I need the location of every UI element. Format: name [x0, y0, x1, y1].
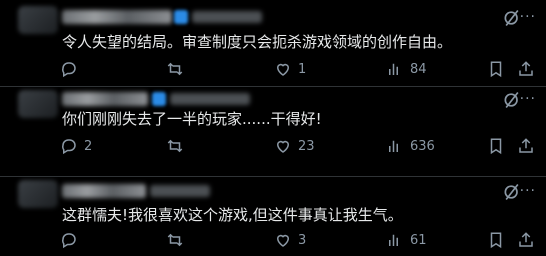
- like-count: 1: [298, 61, 307, 77]
- retweet-button[interactable]: [166, 60, 190, 78]
- reply-button[interactable]: 2: [60, 137, 92, 155]
- retweet-button[interactable]: [166, 137, 190, 155]
- post[interactable]: ··· 你们刚刚失去了一半的玩家......干得好! 2 23 636: [0, 86, 546, 168]
- more-icon[interactable]: ···: [520, 9, 536, 25]
- like-count: 23: [298, 138, 315, 154]
- author-name[interactable]: [62, 92, 148, 106]
- author-handle: [170, 93, 250, 105]
- reply-count: 2: [84, 138, 93, 154]
- more-icon[interactable]: ···: [520, 91, 536, 107]
- reply-icon: [62, 233, 76, 249]
- retweet-icon: [167, 62, 183, 76]
- views-count: 636: [410, 138, 435, 154]
- avatar[interactable]: [18, 6, 58, 34]
- post-gap: [0, 168, 546, 176]
- share-button[interactable]: [517, 137, 541, 155]
- reply-icon: [62, 139, 76, 155]
- share-icon: [519, 232, 533, 247]
- avatar[interactable]: [18, 180, 58, 208]
- heart-icon: [276, 63, 290, 76]
- like-button[interactable]: 23: [274, 137, 315, 155]
- bookmark-button[interactable]: [487, 231, 511, 249]
- views-icon: [389, 234, 398, 246]
- views-count: 61: [410, 232, 427, 248]
- bookmark-button[interactable]: [487, 60, 511, 78]
- post[interactable]: ··· 令人失望的结局。审查制度只会扼杀游戏领域的创作自由。 1 84: [0, 0, 546, 86]
- views-button[interactable]: 61: [386, 231, 427, 249]
- views-button[interactable]: 84: [386, 60, 427, 78]
- share-button[interactable]: [517, 231, 541, 249]
- retweet-button[interactable]: [166, 231, 190, 249]
- reply-button[interactable]: [60, 60, 84, 78]
- heart-icon: [276, 140, 290, 153]
- author-name[interactable]: [62, 184, 146, 198]
- post-text: 这群懦夫!我很喜欢这个游戏,但这件事真让我生气。: [62, 206, 403, 224]
- post-text: 你们刚刚失去了一半的玩家......干得好!: [62, 110, 322, 128]
- reply-button[interactable]: [60, 231, 84, 249]
- more-icon[interactable]: ···: [520, 183, 536, 199]
- share-button[interactable]: [517, 60, 541, 78]
- post[interactable]: ··· 这群懦夫!我很喜欢这个游戏,但这件事真让我生气。 3 61: [0, 176, 546, 256]
- bookmark-icon: [490, 232, 502, 249]
- bookmark-icon: [490, 138, 502, 155]
- verified-badge-icon: [152, 92, 166, 106]
- share-icon: [519, 138, 533, 153]
- views-icon: [389, 63, 398, 75]
- avatar[interactable]: [18, 90, 58, 118]
- author-name[interactable]: [62, 10, 172, 24]
- views-button[interactable]: 636: [386, 137, 435, 155]
- like-button[interactable]: 1: [274, 60, 306, 78]
- reply-icon: [62, 62, 76, 78]
- heart-icon: [276, 234, 290, 247]
- views-icon: [389, 140, 398, 152]
- bookmark-icon: [490, 61, 502, 78]
- views-count: 84: [410, 61, 427, 77]
- bookmark-button[interactable]: [487, 137, 511, 155]
- share-icon: [519, 61, 533, 76]
- verified-badge-icon: [174, 10, 188, 24]
- retweet-icon: [167, 233, 183, 247]
- post-text: 令人失望的结局。审查制度只会扼杀游戏领域的创作自由。: [62, 33, 453, 51]
- like-count: 3: [298, 232, 307, 248]
- retweet-icon: [167, 139, 183, 153]
- author-handle: [150, 185, 210, 197]
- like-button[interactable]: 3: [274, 231, 306, 249]
- author-handle: [192, 11, 262, 23]
